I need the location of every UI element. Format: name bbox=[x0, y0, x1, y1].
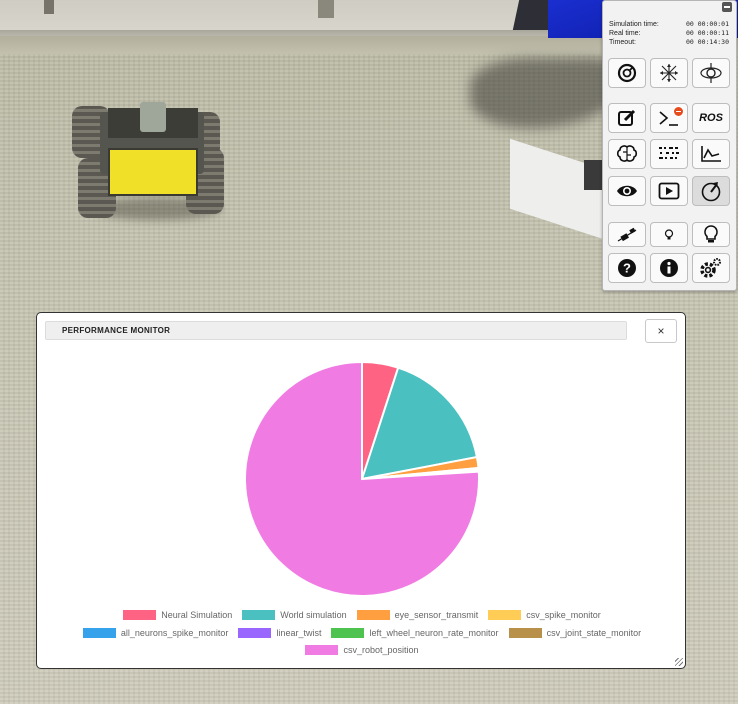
legend-swatch bbox=[305, 645, 339, 655]
legend-item[interactable]: eye_sensor_transmit bbox=[356, 610, 479, 620]
brain-button[interactable] bbox=[608, 139, 646, 169]
slider-button[interactable] bbox=[608, 222, 646, 247]
collapse-toolbar-button[interactable] bbox=[722, 2, 732, 12]
robot-camera bbox=[140, 102, 166, 132]
legend-item[interactable]: csv_robot_position bbox=[305, 645, 419, 655]
legend-swatch bbox=[508, 628, 542, 638]
spike-raster-button[interactable] bbox=[650, 139, 688, 169]
bulb-small-icon bbox=[664, 228, 674, 239]
legend-swatch bbox=[331, 628, 365, 638]
plot-icon bbox=[701, 146, 721, 162]
simulation-time-value: 00 00:00:01 bbox=[685, 20, 729, 28]
legend-label: left_wheel_neuron_rate_monitor bbox=[369, 628, 499, 638]
legend-label: Neural Simulation bbox=[161, 610, 233, 620]
slider-icon bbox=[617, 227, 637, 242]
chart-legend: Neural Simulation World simulation eye_sen… bbox=[37, 313, 687, 670]
ros-button[interactable]: ROS bbox=[692, 103, 730, 133]
play-icon bbox=[658, 182, 680, 200]
bulb-large-button[interactable] bbox=[692, 222, 730, 247]
eye-button[interactable] bbox=[608, 176, 646, 206]
timeout-label: Timeout: bbox=[609, 39, 636, 46]
fullscreen-icon bbox=[660, 64, 678, 82]
bulb-small-button[interactable] bbox=[650, 222, 688, 247]
simulation-time-row: Simulation time: 00 00:00:01 bbox=[609, 20, 729, 29]
notification-badge bbox=[673, 106, 684, 117]
info-button[interactable] bbox=[650, 253, 688, 283]
camera-orbit-icon bbox=[700, 63, 722, 83]
legend-label: csv_spike_monitor bbox=[526, 610, 601, 620]
performance-monitor-window: PERFORMANCE MONITOR × Neural Simulation W… bbox=[36, 312, 686, 669]
performance-button[interactable] bbox=[692, 176, 730, 206]
legend-swatch bbox=[82, 628, 116, 638]
ros-icon: ROS bbox=[699, 112, 723, 124]
performance-icon bbox=[701, 182, 721, 202]
plot-button[interactable] bbox=[692, 139, 730, 169]
spike-raster-icon bbox=[659, 147, 679, 159]
svg-text:?: ? bbox=[623, 261, 631, 276]
husky-robot bbox=[70, 98, 226, 226]
timeout-value: 00 00:14:30 bbox=[685, 38, 729, 46]
legend-item[interactable]: csv_spike_monitor bbox=[488, 610, 601, 620]
timeout-row: Timeout: 00 00:14:30 bbox=[609, 38, 729, 47]
settings-icon bbox=[700, 258, 721, 278]
help-button[interactable]: ? bbox=[608, 253, 646, 283]
legend-label: csv_robot_position bbox=[343, 645, 419, 655]
terminal-button[interactable] bbox=[650, 103, 688, 133]
legend-label: all_neurons_spike_monitor bbox=[120, 628, 229, 638]
camera-orbit-button[interactable] bbox=[692, 58, 730, 88]
legend-swatch bbox=[356, 610, 390, 620]
edit-button[interactable] bbox=[608, 103, 646, 133]
help-icon: ? bbox=[618, 259, 636, 277]
legend-label: eye_sensor_transmit bbox=[394, 610, 479, 620]
legend-item[interactable]: World simulation bbox=[242, 610, 347, 620]
legend-item[interactable]: left_wheel_neuron_rate_monitor bbox=[331, 628, 499, 638]
play-button[interactable] bbox=[650, 176, 688, 206]
real-time-row: Real time: 00 00:00:11 bbox=[609, 29, 729, 38]
reset-view-icon bbox=[617, 63, 637, 83]
pole bbox=[44, 0, 54, 14]
legend-swatch bbox=[123, 610, 157, 620]
edit-icon bbox=[618, 109, 636, 126]
legend-item[interactable]: csv_joint_state_monitor bbox=[508, 628, 642, 638]
settings-button[interactable] bbox=[692, 253, 730, 283]
legend-item[interactable]: linear_twist bbox=[238, 628, 321, 638]
brain-icon bbox=[616, 145, 638, 162]
resize-handle[interactable] bbox=[675, 658, 683, 666]
reset-view-button[interactable] bbox=[608, 58, 646, 88]
legend-swatch bbox=[488, 610, 522, 620]
legend-label: World simulation bbox=[280, 610, 347, 620]
real-time-value: 00 00:00:11 bbox=[685, 29, 729, 37]
info-icon bbox=[660, 259, 678, 277]
pole bbox=[318, 0, 334, 18]
legend-swatch bbox=[238, 628, 272, 638]
eye-icon bbox=[617, 185, 637, 197]
bulb-large-icon bbox=[704, 224, 718, 242]
legend-item[interactable]: all_neurons_spike_monitor bbox=[82, 628, 229, 638]
robot-yellow-panel bbox=[108, 148, 198, 196]
legend-label: linear_twist bbox=[276, 628, 322, 638]
fullscreen-button[interactable] bbox=[650, 58, 688, 88]
legend-label: csv_joint_state_monitor bbox=[546, 628, 642, 638]
simulation-toolbar: Simulation time: 00 00:00:01 Real time: … bbox=[602, 0, 737, 291]
simulation-time-label: Simulation time: bbox=[609, 21, 659, 28]
legend-item[interactable]: Neural Simulation bbox=[123, 610, 232, 620]
time-readouts: Simulation time: 00 00:00:01 Real time: … bbox=[609, 20, 729, 47]
real-time-label: Real time: bbox=[609, 30, 641, 37]
legend-swatch bbox=[242, 610, 276, 620]
